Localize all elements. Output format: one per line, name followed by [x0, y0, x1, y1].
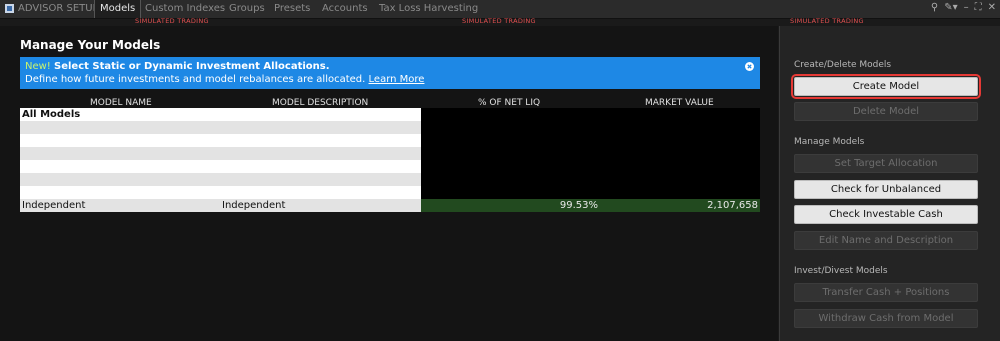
transfer-cash-positions-button[interactable]: Transfer Cash + Positions — [794, 283, 978, 302]
minimize-icon[interactable]: – — [964, 2, 969, 13]
table-row — [20, 134, 760, 147]
column-header-model-name[interactable]: MODEL NAME — [90, 98, 152, 108]
learn-more-link[interactable]: Learn More — [369, 74, 425, 85]
withdraw-cash-button[interactable]: Withdraw Cash from Model — [794, 309, 978, 328]
table-row — [20, 160, 760, 173]
table-row — [20, 121, 760, 134]
section-title-manage-models: Manage Models — [794, 137, 865, 147]
all-models-label: All Models — [22, 109, 81, 120]
tab-advisor-setup[interactable]: ADVISOR SETUP — [18, 0, 99, 18]
table-row — [20, 147, 760, 160]
table-row[interactable]: Independent Independent 99.53% 2,107,658 — [20, 199, 760, 212]
close-icon[interactable] — [745, 62, 754, 71]
window-controls: ⚲ ✎▾ – ⛶ ✕ — [925, 2, 996, 16]
simulated-trading-label: SIMULATED TRADING — [462, 17, 536, 25]
simulated-trading-label: SIMULATED TRADING — [790, 17, 864, 25]
banner-text-line: Define how future investments and model … — [25, 74, 424, 85]
tab-models[interactable]: Models — [94, 0, 142, 18]
app-icon — [5, 4, 14, 13]
create-model-button[interactable]: Create Model — [791, 74, 981, 99]
delete-model-button[interactable]: Delete Model — [794, 102, 978, 121]
model-name-cell: Independent — [22, 200, 86, 211]
banner-headline: Select Static or Dynamic Investment Allo… — [54, 61, 330, 72]
models-table: All Models Independent Independent 99.53… — [20, 108, 760, 212]
close-icon[interactable]: ✕ — [988, 2, 996, 13]
main-panel: Manage Your Models New! Select Static or… — [0, 26, 778, 341]
tab-groups[interactable]: Groups — [229, 0, 265, 18]
table-row — [20, 186, 760, 199]
tab-presets[interactable]: Presets — [274, 0, 310, 18]
actions-sidebar: Create/Delete Models Create Model Delete… — [779, 26, 1000, 341]
check-investable-cash-button[interactable]: Check Investable Cash — [794, 205, 978, 224]
table-row — [20, 173, 760, 186]
banner-text: Define how future investments and model … — [25, 74, 366, 85]
pct-net-liq-cell: 99.53% — [559, 200, 598, 211]
banner-headline-line: New! Select Static or Dynamic Investment… — [25, 61, 330, 72]
model-description-cell: Independent — [222, 200, 286, 211]
tab-accounts[interactable]: Accounts — [322, 0, 368, 18]
column-header-model-description[interactable]: MODEL DESCRIPTION — [272, 98, 368, 108]
set-target-allocation-button[interactable]: Set Target Allocation — [794, 154, 978, 173]
column-header-pct-net-liq[interactable]: % OF NET LIQ — [478, 98, 540, 108]
pin-icon[interactable]: ✎▾ — [944, 2, 957, 13]
banner-new-label: New! — [25, 61, 51, 72]
check-for-unbalanced-button[interactable]: Check for Unbalanced — [794, 180, 978, 199]
section-title-create-delete: Create/Delete Models — [794, 60, 892, 70]
restore-icon[interactable]: ⛶ — [975, 2, 982, 13]
simulated-trading-label: SIMULATED TRADING — [135, 17, 209, 25]
page-title: Manage Your Models — [20, 38, 161, 52]
market-value-cell: 2,107,658 — [707, 200, 758, 211]
table-row[interactable]: All Models — [20, 108, 760, 121]
section-title-invest-divest: Invest/Divest Models — [794, 266, 888, 276]
edit-name-description-button[interactable]: Edit Name and Description — [794, 231, 978, 250]
tab-custom-indexes[interactable]: Custom Indexes — [145, 0, 225, 18]
column-header-market-value[interactable]: MARKET VALUE — [645, 98, 714, 108]
tab-tax-loss-harvesting[interactable]: Tax Loss Harvesting — [379, 0, 478, 18]
info-banner: New! Select Static or Dynamic Investment… — [20, 57, 760, 89]
search-icon[interactable]: ⚲ — [931, 2, 938, 13]
